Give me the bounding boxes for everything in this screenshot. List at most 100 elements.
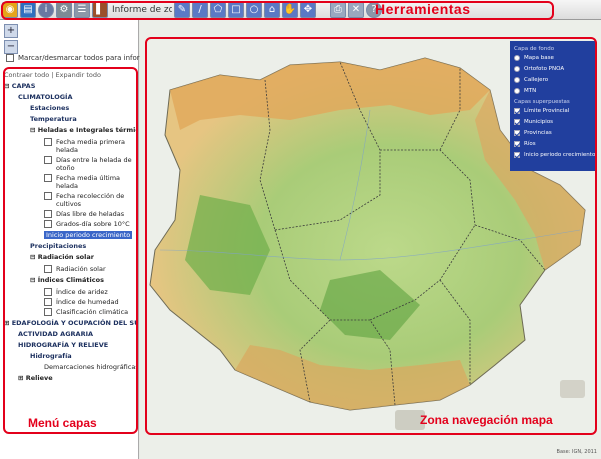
tools-icon[interactable]: ⚙ — [56, 1, 72, 18]
tree-node-12[interactable]: Precipitaciones — [4, 241, 136, 252]
base-layer-label: Callejero — [524, 77, 549, 83]
tree-node-6[interactable]: Días entre la helada de otoño — [4, 156, 136, 172]
collapse-icon[interactable]: ⊟ — [30, 253, 38, 261]
tree-node-label: Fecha media última helada — [56, 174, 121, 190]
radio-icon[interactable] — [514, 88, 520, 94]
collapse-icon[interactable]: ⊟ — [4, 82, 12, 90]
show-all-checkbox[interactable] — [6, 54, 14, 62]
info-icon[interactable]: i — [38, 1, 54, 18]
overlay-layer-option[interactable]: Inicio periodo crecimiento — [514, 152, 595, 158]
home-icon[interactable]: ⌂ — [264, 1, 280, 18]
app-root: ◉ ▤ i ⚙ ☰ ▌ Informe de zona ✎ / ⬠ □ ○ ⌂ … — [0, 0, 601, 459]
overlay-layer-option[interactable]: Municipios — [514, 119, 592, 125]
base-layer-option[interactable]: Ortofoto PNOA — [514, 66, 592, 72]
line-icon[interactable]: / — [192, 1, 208, 18]
layer-checkbox[interactable] — [44, 174, 52, 182]
tree-node-22[interactable]: Hidrografía — [4, 351, 136, 362]
show-all-toggle[interactable]: Marcar/desmarcar todos para informe — [6, 54, 151, 62]
hand-icon[interactable]: ✋ — [282, 1, 298, 18]
report-text[interactable]: Informe de zona — [112, 5, 172, 15]
report-icon[interactable]: ▌ — [92, 1, 108, 18]
collapse-icon[interactable]: ⊟ — [30, 276, 38, 284]
expand-icon[interactable]: ⊞ — [4, 319, 12, 327]
tree-node-label: Índice de aridez — [56, 288, 108, 296]
zoom-out-icon[interactable]: − — [4, 40, 18, 54]
tree-node-label: Índice de humedad — [56, 298, 119, 306]
base-layer-option[interactable]: Mapa base — [514, 55, 592, 61]
tree-node-5[interactable]: Fecha media primera helada — [4, 138, 136, 154]
polygon-icon[interactable]: ⬠ — [210, 1, 226, 18]
layer-checkbox[interactable] — [44, 156, 52, 164]
checkbox-icon[interactable] — [514, 130, 520, 136]
base-layer-option[interactable]: MTN — [514, 88, 592, 94]
layer-checkbox[interactable] — [44, 192, 52, 200]
base-layer-label: Ortofoto PNOA — [524, 66, 565, 72]
overlay-layer-option[interactable]: Límite Provincial — [514, 108, 592, 114]
layers-icon[interactable]: ▤ — [20, 1, 36, 18]
tree-node-label: Heladas e Integrales térmicas — [37, 126, 136, 134]
tree-node-2[interactable]: Estaciones — [4, 103, 136, 114]
tree-node-4[interactable]: ⊟ Heladas e Integrales térmicas — [4, 125, 136, 136]
tree-node-11[interactable]: Inicio periodo crecimiento — [4, 230, 136, 241]
tree-node-8[interactable]: Fecha recolección de cultivos — [4, 192, 136, 208]
globe-icon[interactable]: ◉ — [2, 1, 18, 18]
overlay-layer-option[interactable]: Provincias — [514, 130, 592, 136]
rect-icon[interactable]: □ — [228, 1, 244, 18]
zoom-in-icon[interactable]: + — [4, 24, 18, 38]
tree-node-label: Índices Climáticos — [37, 276, 104, 284]
tree-node-14[interactable]: Radiación solar — [4, 265, 136, 273]
map-view[interactable]: Capa de fondo Mapa base Ortofoto PNOA Call… — [140, 20, 601, 459]
tree-node-16[interactable]: Índice de aridez — [4, 288, 136, 296]
tree-node-label: EDAFOLOGÍA Y OCUPACIÓN DEL SUELO — [11, 319, 136, 327]
tree-node-1[interactable]: CLIMATOLOGÍA — [4, 92, 136, 103]
tree-node-13[interactable]: ⊟ Radiación solar — [4, 252, 136, 263]
tree-node-21[interactable]: HIDROGRAFÍA Y RELIEVE — [4, 340, 136, 351]
expand-icon[interactable]: ⊞ — [18, 374, 26, 382]
layer-checkbox[interactable] — [44, 288, 52, 296]
delete-icon[interactable]: ✕ — [348, 1, 364, 18]
radio-icon[interactable] — [514, 55, 520, 61]
tree-node-20[interactable]: ACTIVIDAD AGRARIA — [4, 329, 136, 340]
checkbox-icon[interactable] — [514, 152, 520, 158]
tree-node-label: Inicio periodo crecimiento — [44, 231, 133, 239]
base-layer-label: MTN — [524, 88, 537, 94]
tree-node-17[interactable]: Índice de humedad — [4, 298, 136, 306]
tree-title[interactable]: Contraer todo | Expandir todo — [4, 70, 136, 81]
circle-icon[interactable]: ○ — [246, 1, 262, 18]
toolbar: ◉ ▤ i ⚙ ☰ ▌ Informe de zona ✎ / ⬠ □ ○ ⌂ … — [0, 0, 601, 20]
checkbox-icon[interactable] — [514, 119, 520, 125]
tree-node-7[interactable]: Fecha media última helada — [4, 174, 136, 190]
tree-node-3[interactable]: Temperatura — [4, 114, 136, 125]
print-icon[interactable]: ⎙ — [330, 1, 346, 18]
layer-checkbox[interactable] — [44, 138, 52, 146]
checkbox-icon[interactable] — [514, 141, 520, 147]
layer-checkbox[interactable] — [44, 265, 52, 273]
tree-node-10[interactable]: Grados-día sobre 10°C — [4, 220, 136, 228]
tree-node-9[interactable]: Días libre de heladas — [4, 210, 136, 218]
map-attribution: Base: IGN, 2011 — [556, 449, 597, 455]
tree-node-label: HIDROGRAFÍA Y RELIEVE — [18, 341, 109, 349]
overlay-layer-label: Ríos — [524, 141, 536, 147]
tree-node-label: Demarcaciones hidrográficas — [44, 363, 136, 371]
tree-node-18[interactable]: Clasificación climática — [4, 308, 136, 316]
tree-node-19[interactable]: ⊞ EDAFOLOGÍA Y OCUPACIÓN DEL SUELO — [4, 318, 136, 329]
tree-node-15[interactable]: ⊟ Índices Climáticos — [4, 275, 136, 286]
checkbox-icon[interactable] — [514, 108, 520, 114]
radio-icon[interactable] — [514, 77, 520, 83]
layer-checkbox[interactable] — [44, 220, 52, 228]
collapse-icon[interactable]: ⊟ — [30, 126, 38, 134]
overlay-layer-option[interactable]: Ríos — [514, 141, 592, 147]
pan-icon[interactable]: ✥ — [300, 1, 316, 18]
tree-node-24[interactable]: ⊞ Relieve — [4, 373, 136, 384]
radio-icon[interactable] — [514, 66, 520, 72]
layer-checkbox[interactable] — [44, 298, 52, 306]
base-layer-option[interactable]: Callejero — [514, 77, 592, 83]
pencil-icon[interactable]: ✎ — [174, 1, 190, 18]
tree-node-label: Clasificación climática — [56, 308, 129, 316]
layer-checkbox[interactable] — [44, 210, 52, 218]
layer-checkbox[interactable] — [44, 308, 52, 316]
overlay-layer-label: Provincias — [524, 130, 552, 136]
tree-node-0[interactable]: ⊟ CAPAS — [4, 81, 136, 92]
list-icon[interactable]: ☰ — [74, 1, 90, 18]
tree-node-23[interactable]: Demarcaciones hidrográficas — [4, 362, 136, 373]
